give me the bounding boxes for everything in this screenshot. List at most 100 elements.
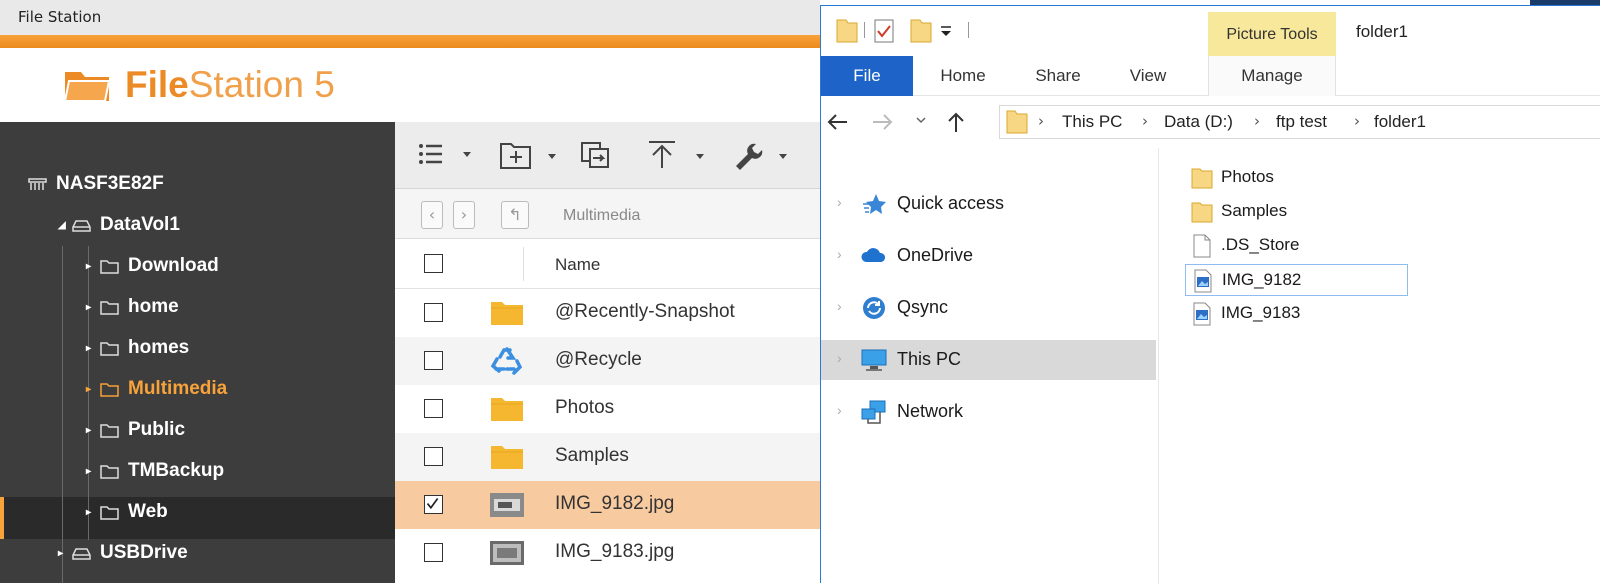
nav-item-network[interactable]: › Network [821, 392, 1156, 432]
tab-view[interactable]: View [1103, 56, 1193, 96]
current-path: Multimedia [563, 207, 641, 224]
tree-item-tmbackup[interactable]: ▸ TMBackup [86, 451, 224, 491]
breadcrumb-separator-icon[interactable]: › [1354, 112, 1360, 130]
new-folder-icon[interactable] [909, 18, 933, 44]
file-station-titlebar: File Station [0, 0, 820, 35]
toolbar [395, 122, 820, 189]
breadcrumb-separator-icon[interactable]: › [1038, 112, 1044, 130]
expand-chevron-icon[interactable]: › [837, 246, 842, 262]
file-list-header: Name [395, 239, 820, 289]
breadcrumb-separator-icon[interactable]: › [1254, 112, 1260, 130]
parent-folder-button[interactable]: ↰ [501, 201, 529, 229]
row-checkbox[interactable] [424, 399, 443, 418]
tree-item-multimedia[interactable]: ▸ Multimedia [86, 369, 227, 409]
breadcrumb-folder1[interactable]: folder1 [1374, 112, 1426, 132]
expand-chevron-icon[interactable]: › [837, 350, 842, 366]
up-arrow-icon[interactable] [945, 110, 967, 134]
folder-icon [100, 341, 119, 356]
file-icon [1193, 234, 1211, 258]
list-view-icon[interactable] [417, 140, 477, 170]
nav-item-qsync[interactable]: › Qsync [821, 288, 1156, 328]
collapsed-arrow-icon[interactable]: ▸ [86, 302, 96, 313]
copy-icon[interactable] [579, 140, 619, 170]
recent-locations-chevron-icon[interactable] [915, 116, 927, 126]
collapsed-arrow-icon[interactable]: ▸ [86, 507, 96, 518]
forward-arrow-icon[interactable] [871, 112, 895, 132]
file-row[interactable]: @Recycle [395, 337, 820, 385]
breadcrumb-separator-icon[interactable]: › [1142, 112, 1148, 130]
nav-item-quick-access[interactable]: › Quick access [821, 184, 1156, 224]
tree-item-home[interactable]: ▸ home [86, 287, 179, 327]
customize-toolbar-icon[interactable] [939, 24, 953, 38]
image-file-icon [1194, 269, 1212, 293]
tree-label: Public [128, 419, 186, 440]
collapsed-arrow-icon[interactable]: ▸ [86, 466, 96, 477]
folder-icon [100, 259, 119, 274]
row-checkbox-checked[interactable] [424, 495, 443, 514]
column-header-name[interactable]: Name [555, 255, 600, 275]
file-row[interactable]: IMG_9183.jpg [395, 529, 820, 577]
select-all-checkbox[interactable] [424, 254, 443, 273]
tab-file[interactable]: File [821, 56, 913, 96]
tab-manage[interactable]: Manage [1208, 56, 1336, 96]
tree-item-server[interactable]: NASF3E82F [28, 164, 164, 204]
file-row[interactable]: Samples [395, 433, 820, 481]
folder-icon [100, 464, 119, 479]
tree-item-public[interactable]: ▸ Public [86, 410, 185, 450]
expanded-arrow-icon[interactable]: ◢ [58, 220, 68, 231]
file-label: .DS_Store [1221, 235, 1300, 254]
folder-icon [1191, 202, 1213, 223]
window-title: File Station [18, 8, 102, 26]
address-bar[interactable]: › This PC › Data (D:) › ftp test › folde… [999, 105, 1600, 139]
file-label: IMG_9182 [1222, 270, 1302, 289]
nav-item-this-pc[interactable]: › This PC [821, 340, 1156, 380]
accent-bar [0, 35, 820, 48]
breadcrumb-data-d[interactable]: Data (D:) [1164, 112, 1233, 132]
breadcrumb-ftp-test[interactable]: ftp test [1276, 112, 1327, 132]
tree-item-datavol1[interactable]: ◢ DataVol1 [58, 205, 180, 245]
tools-wrench-icon[interactable] [730, 140, 790, 170]
forward-button[interactable]: › [453, 201, 475, 229]
expand-chevron-icon[interactable]: › [837, 194, 842, 210]
folder-icon [491, 446, 523, 469]
file-name: Photos [555, 397, 615, 418]
row-checkbox[interactable] [424, 447, 443, 466]
row-checkbox[interactable] [424, 543, 443, 562]
collapsed-arrow-icon[interactable]: ▸ [86, 384, 96, 395]
folder-icon [836, 19, 858, 43]
nav-item-onedrive[interactable]: › OneDrive [821, 236, 1156, 276]
collapsed-arrow-icon[interactable]: ▸ [86, 261, 96, 272]
collapsed-arrow-icon[interactable]: ▸ [86, 343, 96, 354]
upload-icon[interactable] [645, 140, 705, 170]
tree-item-usbdrive[interactable]: ▸ USBDrive [58, 533, 188, 573]
tab-share[interactable]: Share [1013, 56, 1103, 96]
tree-item-web[interactable]: ▸ Web [86, 492, 168, 532]
expand-chevron-icon[interactable]: › [837, 298, 842, 314]
tree-item-download[interactable]: ▸ Download [86, 246, 219, 286]
file-row[interactable]: IMG_9182.jpg [395, 481, 820, 529]
server-icon [28, 177, 47, 190]
row-checkbox[interactable] [424, 303, 443, 322]
nav-label: Qsync [897, 297, 949, 317]
back-button[interactable]: ‹ [421, 201, 443, 229]
folder-icon [100, 423, 119, 438]
tree-item-homes[interactable]: ▸ homes [86, 328, 189, 368]
app-logo-text: FileStation 5 [125, 64, 335, 105]
file-explorer-window: Picture Tools folder1 File Home Share Vi… [820, 5, 1600, 584]
collapsed-arrow-icon[interactable]: ▸ [58, 548, 68, 559]
file-name: @Recently-Snapshot [555, 301, 735, 322]
file-station-window: File Station FileStation 5 NASF3E82F ◢ D… [0, 0, 820, 583]
tab-home[interactable]: Home [913, 56, 1013, 96]
expand-chevron-icon[interactable]: › [837, 402, 842, 418]
folder-icon [100, 382, 119, 397]
file-row[interactable]: Photos [395, 385, 820, 433]
properties-icon[interactable] [873, 18, 895, 44]
back-arrow-icon[interactable] [825, 112, 849, 132]
collapsed-arrow-icon[interactable]: ▸ [86, 425, 96, 436]
file-item-img-9182[interactable]: IMG_9182 [1185, 264, 1408, 296]
row-checkbox[interactable] [424, 351, 443, 370]
breadcrumb-this-pc[interactable]: This PC [1062, 112, 1122, 132]
file-row[interactable]: @Recently-Snapshot [395, 289, 820, 337]
new-folder-icon[interactable] [499, 140, 559, 170]
app-header: FileStation 5 [0, 48, 820, 122]
